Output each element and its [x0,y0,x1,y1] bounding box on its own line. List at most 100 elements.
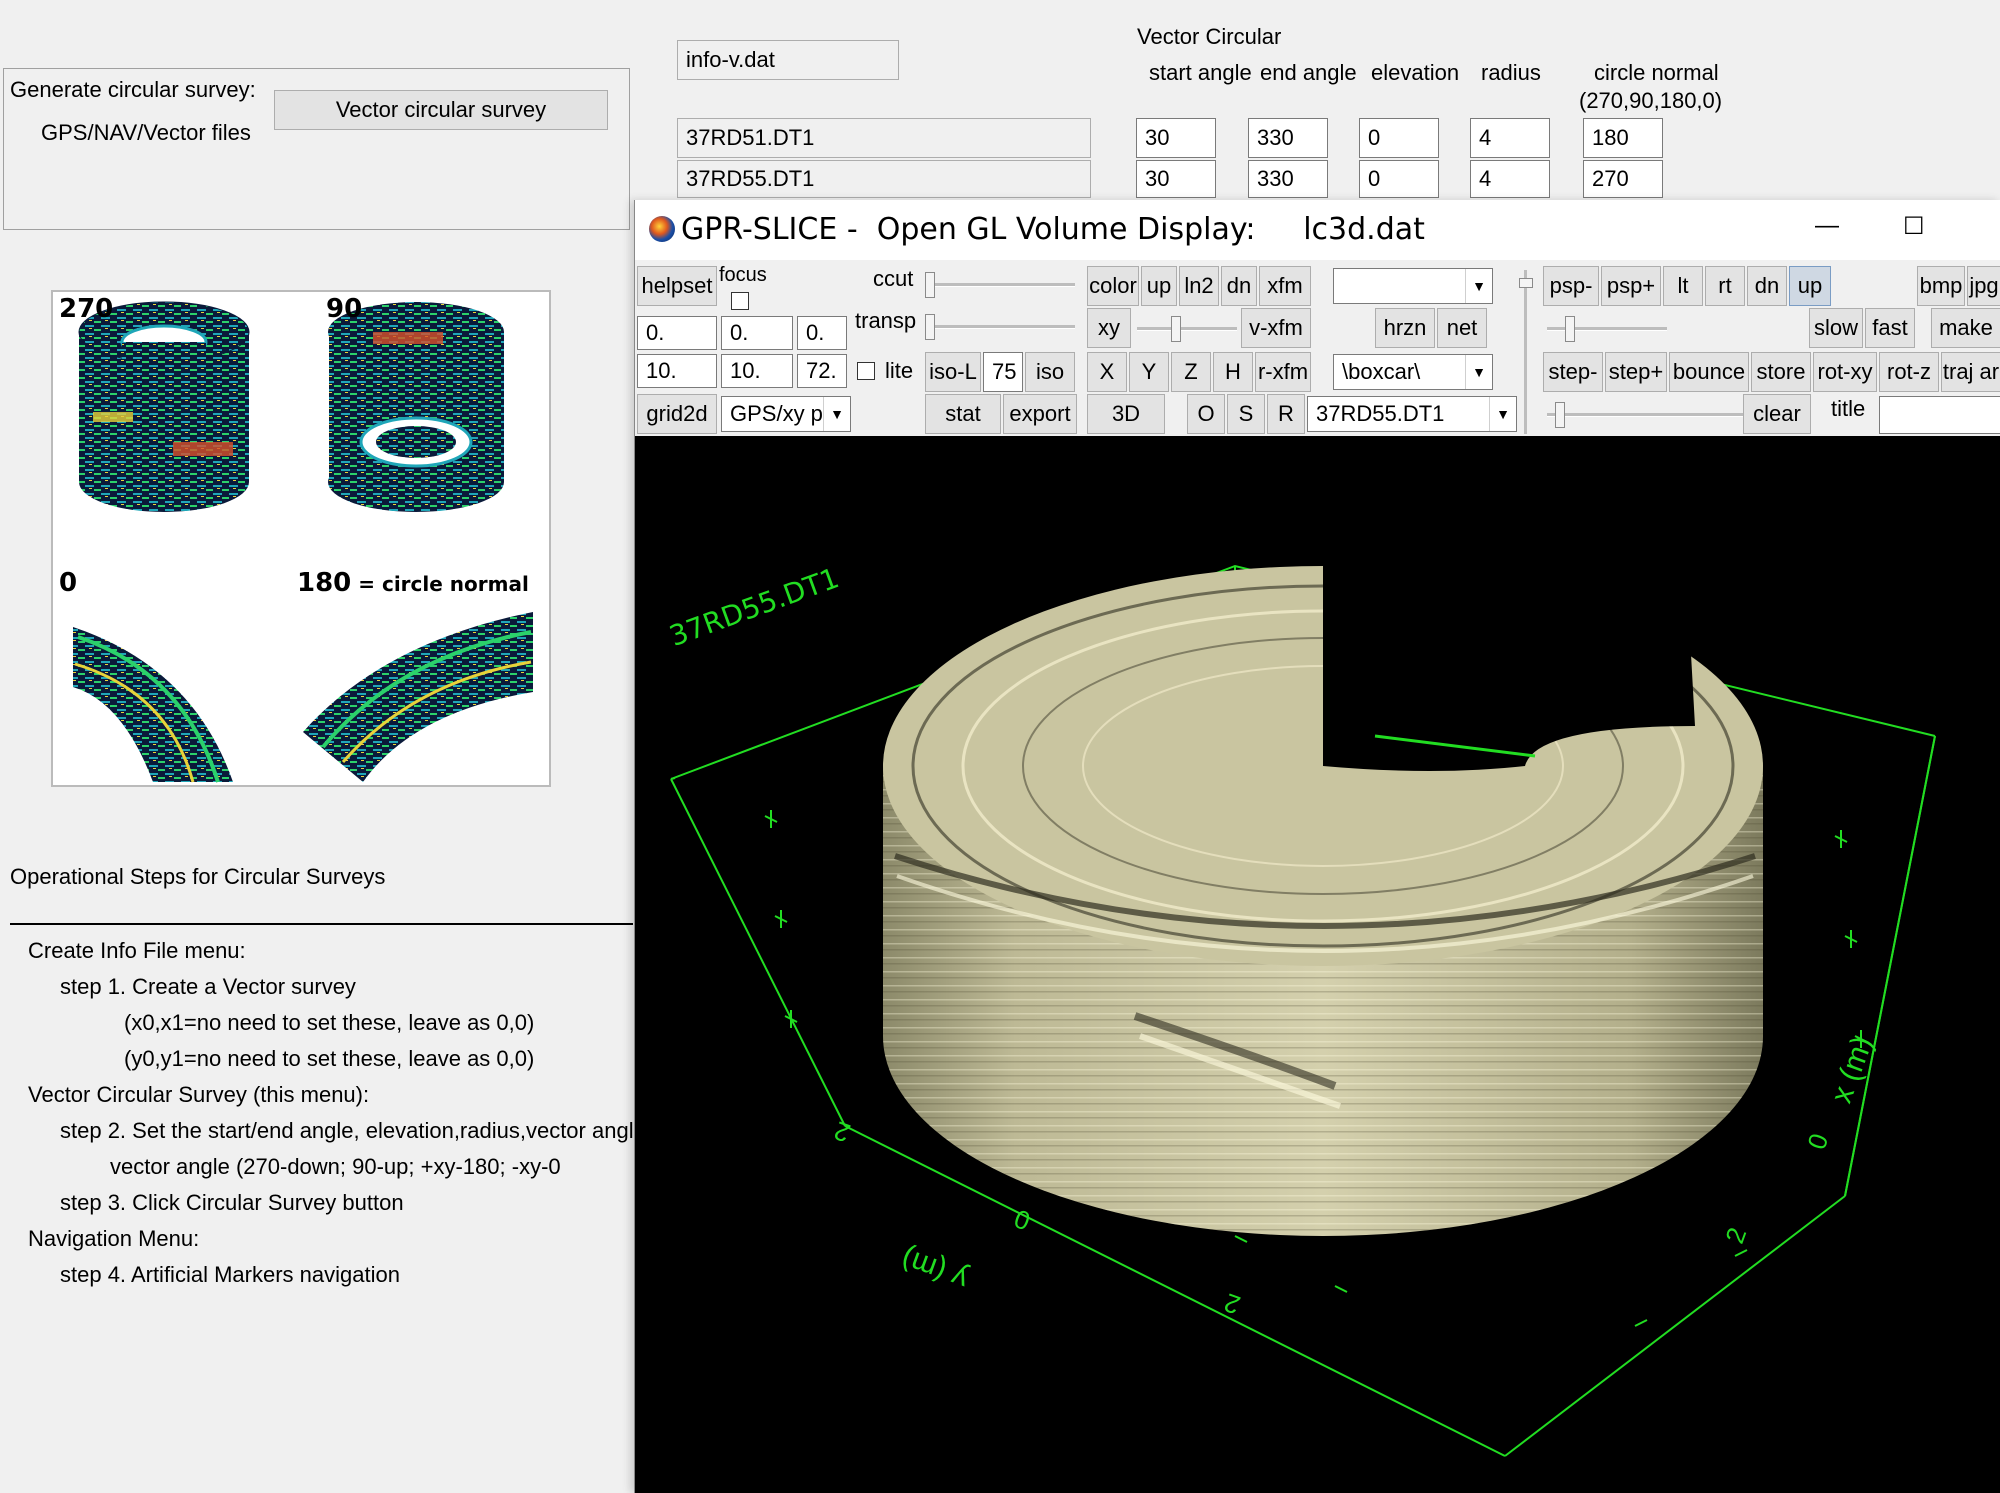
bounce-button[interactable]: bounce [1669,352,1749,392]
y0-field[interactable]: 0. [721,316,793,350]
focus-checkbox[interactable] [731,292,749,310]
transp-slider[interactable] [925,312,1075,342]
fast-button[interactable]: fast [1865,308,1915,348]
stat-button[interactable]: stat [925,394,1001,434]
vector-circular-survey-button[interactable]: Vector circular survey [274,90,608,130]
step-plus-button[interactable]: step+ [1605,352,1667,392]
color-button[interactable]: color [1087,266,1139,306]
radius-row2[interactable]: 4 [1470,160,1550,198]
xfm-button[interactable]: xfm [1259,266,1311,306]
grid2d-button[interactable]: grid2d [637,394,717,434]
end-angle-row2[interactable]: 330 [1248,160,1328,198]
title-bar[interactable]: GPR-SLICE - Open GL Volume Display: lc3d… [635,200,2000,260]
hrzn-button[interactable]: hrzn [1375,308,1435,348]
r-xfm-button[interactable]: r-xfm [1255,352,1311,392]
x0-field[interactable]: 0. [637,316,717,350]
dn2-button[interactable]: dn [1747,266,1787,306]
top-select[interactable]: ▼ [1333,268,1493,304]
file-field-row2[interactable]: 37RD55.DT1 [677,160,1091,198]
circle-normal-row2[interactable]: 270 [1583,160,1663,198]
export-button[interactable]: export [1003,394,1077,434]
psp-plus-button[interactable]: psp+ [1601,266,1661,306]
rot-xy-button[interactable]: rot-xy [1813,352,1877,392]
iso-value-field[interactable]: 75 [983,352,1023,392]
vertical-slider[interactable] [1519,270,1533,434]
info-file-field[interactable]: info-v.dat [677,40,899,80]
cylinder-270-icon [78,301,250,512]
xy-button[interactable]: xy [1087,308,1131,348]
up-button[interactable]: up [1141,266,1177,306]
radius-row1[interactable]: 4 [1470,118,1550,158]
x1-field[interactable]: 10. [637,354,717,388]
xy-slider[interactable] [1137,314,1237,344]
start-angle-row2[interactable]: 30 [1136,160,1216,198]
files-label: GPS/NAV/Vector files [41,120,251,145]
arc-180-icon [303,612,533,782]
net-button[interactable]: net [1437,308,1487,348]
lt-button[interactable]: lt [1663,266,1703,306]
dn-button[interactable]: dn [1221,266,1257,306]
z1-field[interactable]: 72. [797,354,847,388]
s-button[interactable]: S [1227,394,1265,434]
cylinder-90-icon [328,302,504,512]
steps-heading: Operational Steps for Circular Surveys [10,864,386,889]
filter-select[interactable]: \boxcar\ ▼ [1333,354,1493,390]
up2-button[interactable]: up [1789,266,1831,306]
h-view-button[interactable]: H [1213,352,1253,392]
iso-button[interactable]: iso [1025,352,1075,392]
step-line: vector angle (270-down; 90-up; +xy-180; … [110,1154,561,1179]
filter-select-value: \boxcar\ [1342,359,1421,384]
r-button[interactable]: R [1267,394,1305,434]
elevation-row2[interactable]: 0 [1359,160,1439,198]
title-input[interactable] [1879,396,2000,434]
step-line: Create Info File menu: [28,938,246,963]
chevron-down-icon[interactable]: ▼ [1489,397,1516,431]
step-line: step 1. Create a Vector survey [60,974,356,999]
maximize-icon[interactable]: ☐ [1903,212,1925,241]
bmp-button[interactable]: bmp [1917,266,1965,306]
label-180: 180 = circle normal [297,568,529,598]
make-button[interactable]: make [1931,308,2000,348]
ln2-button[interactable]: ln2 [1179,266,1219,306]
psp-minus-button[interactable]: psp- [1543,266,1599,306]
jpg-button[interactable]: jpg [1967,266,2000,306]
label-90: 90 [326,294,363,324]
ccut-slider[interactable] [925,270,1075,300]
end-angle-row1[interactable]: 330 [1248,118,1328,158]
step-minus-button[interactable]: step- [1543,352,1603,392]
y-view-button[interactable]: Y [1129,352,1169,392]
gps-select[interactable]: GPS/xy pl ▼ [721,396,851,432]
speed-slider[interactable] [1547,314,1667,344]
v-xfm-button[interactable]: v-xfm [1241,308,1311,348]
position-slider[interactable] [1547,400,1747,430]
gl-viewport[interactable]: 37RD55.DT1 x (m) y (m) 2 0 2 0 2 [635,436,2000,1493]
iso-l-button[interactable]: iso-L [925,352,981,392]
focus-label: focus [719,264,767,286]
start-angle-row1[interactable]: 30 [1136,118,1216,158]
rt-button[interactable]: rt [1705,266,1745,306]
x-view-button[interactable]: X [1087,352,1127,392]
file-select[interactable]: 37RD55.DT1 ▼ [1307,396,1517,432]
helpset-button[interactable]: helpset [637,266,717,306]
rot-z-button[interactable]: rot-z [1879,352,1939,392]
z0-field[interactable]: 0. [797,316,847,350]
minimize-icon[interactable]: — [1815,212,1839,240]
o-button[interactable]: O [1187,394,1225,434]
circle-normal-row1[interactable]: 180 [1583,118,1663,158]
chevron-down-icon[interactable]: ▼ [1465,355,1492,389]
col-start-angle: start angle [1149,60,1252,85]
clear-button[interactable]: clear [1743,394,1811,434]
y1-field[interactable]: 10. [721,354,793,388]
step-line: (y0,y1=no need to set these, leave as 0,… [124,1046,535,1071]
chevron-down-icon[interactable]: ▼ [823,397,850,431]
slow-button[interactable]: slow [1809,308,1863,348]
file-field-row1[interactable]: 37RD51.DT1 [677,118,1091,158]
chevron-down-icon[interactable]: ▼ [1465,269,1492,303]
elevation-row1[interactable]: 0 [1359,118,1439,158]
store-button[interactable]: store [1751,352,1811,392]
lite-checkbox[interactable] [857,362,875,380]
3d-button[interactable]: 3D [1087,394,1165,434]
z-view-button[interactable]: Z [1171,352,1211,392]
file-select-value: 37RD55.DT1 [1316,401,1445,426]
traj-button[interactable]: traj ar [1941,352,2000,392]
